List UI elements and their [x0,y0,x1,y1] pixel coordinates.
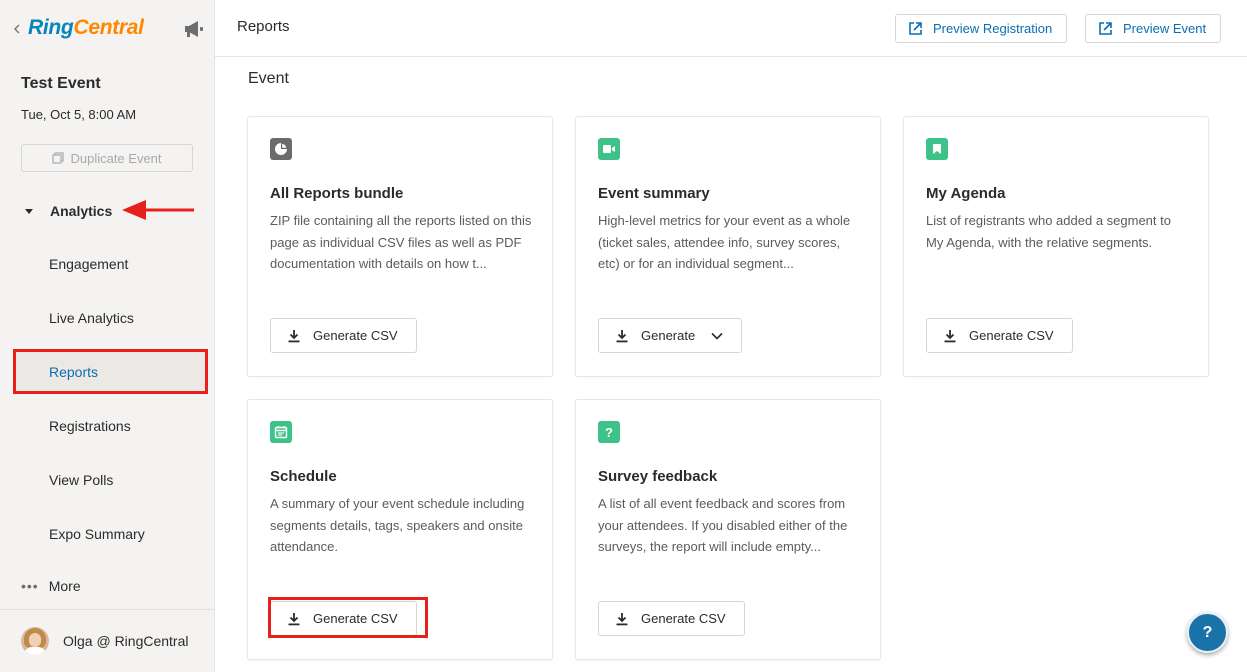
generate-csv-button[interactable]: Generate CSV [270,318,417,353]
calendar-icon [270,421,292,443]
external-link-icon [1099,22,1112,35]
user-name: Olga @ RingCentral [63,633,189,649]
back-chevron-icon[interactable] [12,22,22,36]
card-title: Schedule [270,468,337,485]
preview-event-button[interactable]: Preview Event [1085,14,1222,43]
page-title: Reports [237,18,290,35]
preview-registration-button[interactable]: Preview Registration [895,14,1068,43]
megaphone-icon[interactable] [183,19,205,39]
preview-registration-label: Preview Registration [933,21,1053,36]
video-camera-icon [598,138,620,160]
card-title: Survey feedback [598,468,718,485]
button-label: Generate CSV [969,328,1054,343]
sidebar-item-more[interactable]: ••• More [21,578,81,594]
card-description: List of registrants who added a segment … [926,213,1171,250]
report-card-event-summary: Event summary High-level metrics for you… [575,116,881,377]
caret-down-icon [25,208,33,214]
card-description: High-level metrics for your event as a w… [598,213,851,271]
generate-csv-button[interactable]: Generate CSV [598,601,745,636]
nav-section-label: Analytics [50,203,113,219]
pie-chart-icon [270,138,292,160]
sidebar-item-live-analytics[interactable]: Live Analytics [49,310,134,326]
download-icon [616,329,628,342]
card-description: A list of all event feedback and scores … [598,496,848,554]
event-date: Tue, Oct 5, 8:00 AM [21,107,137,122]
question-icon: ? [598,421,620,443]
chevron-down-icon [711,332,723,340]
red-highlight-generate-csv [268,597,428,638]
svg-text:?: ? [605,425,613,439]
sidebar-item-registrations[interactable]: Registrations [49,418,131,434]
app: RingCentral Test Event Tue, Oct 5, 8:00 … [0,0,1247,672]
card-description: ZIP file containing all the reports list… [270,213,532,271]
duplicate-icon [52,152,65,164]
card-title: All Reports bundle [270,185,404,202]
sidebar-item-expo-summary[interactable]: Expo Summary [49,526,145,542]
download-icon [616,612,628,625]
sidebar-item-view-polls[interactable]: View Polls [49,472,113,488]
preview-event-label: Preview Event [1123,21,1207,36]
button-label: Generate CSV [313,328,398,343]
red-highlight-reports [13,349,208,394]
nav-section-analytics[interactable]: Analytics [21,200,112,222]
sidebar-item-engagement[interactable]: Engagement [49,256,128,272]
ringcentral-logo: RingCentral [28,16,144,39]
duplicate-event-button[interactable]: Duplicate Event [21,144,193,172]
sidebar: RingCentral Test Event Tue, Oct 5, 8:00 … [0,0,215,672]
external-link-icon [909,22,922,35]
report-card-my-agenda: My Agenda List of registrants who added … [903,116,1209,377]
more-dots-icon: ••• [21,578,39,594]
generate-dropdown-button[interactable]: Generate [598,318,743,353]
card-title: Event summary [598,185,710,202]
download-icon [288,329,300,342]
button-label: Generate CSV [641,611,726,626]
download-icon [944,329,956,342]
report-card-all-reports: All Reports bundle ZIP file containing a… [247,116,553,377]
brand-row: RingCentral [0,0,215,58]
duplicate-event-label: Duplicate Event [70,150,162,166]
section-title-event: Event [248,70,289,87]
card-description: A summary of your event schedule includi… [270,496,525,554]
more-label: More [48,578,81,594]
report-card-survey-feedback: ? Survey feedback A list of all event fe… [575,399,881,660]
card-title: My Agenda [926,185,1006,202]
bookmark-icon [926,138,948,160]
event-title: Test Event [21,75,101,92]
user-profile[interactable]: Olga @ RingCentral [0,609,215,672]
avatar [21,627,49,655]
help-button[interactable]: ? [1187,612,1228,653]
top-bar: Reports Preview Registration Preview Eve… [215,0,1247,57]
button-label: Generate [641,328,696,343]
red-arrow-annotation [122,200,194,220]
generate-csv-button[interactable]: Generate CSV [926,318,1073,353]
